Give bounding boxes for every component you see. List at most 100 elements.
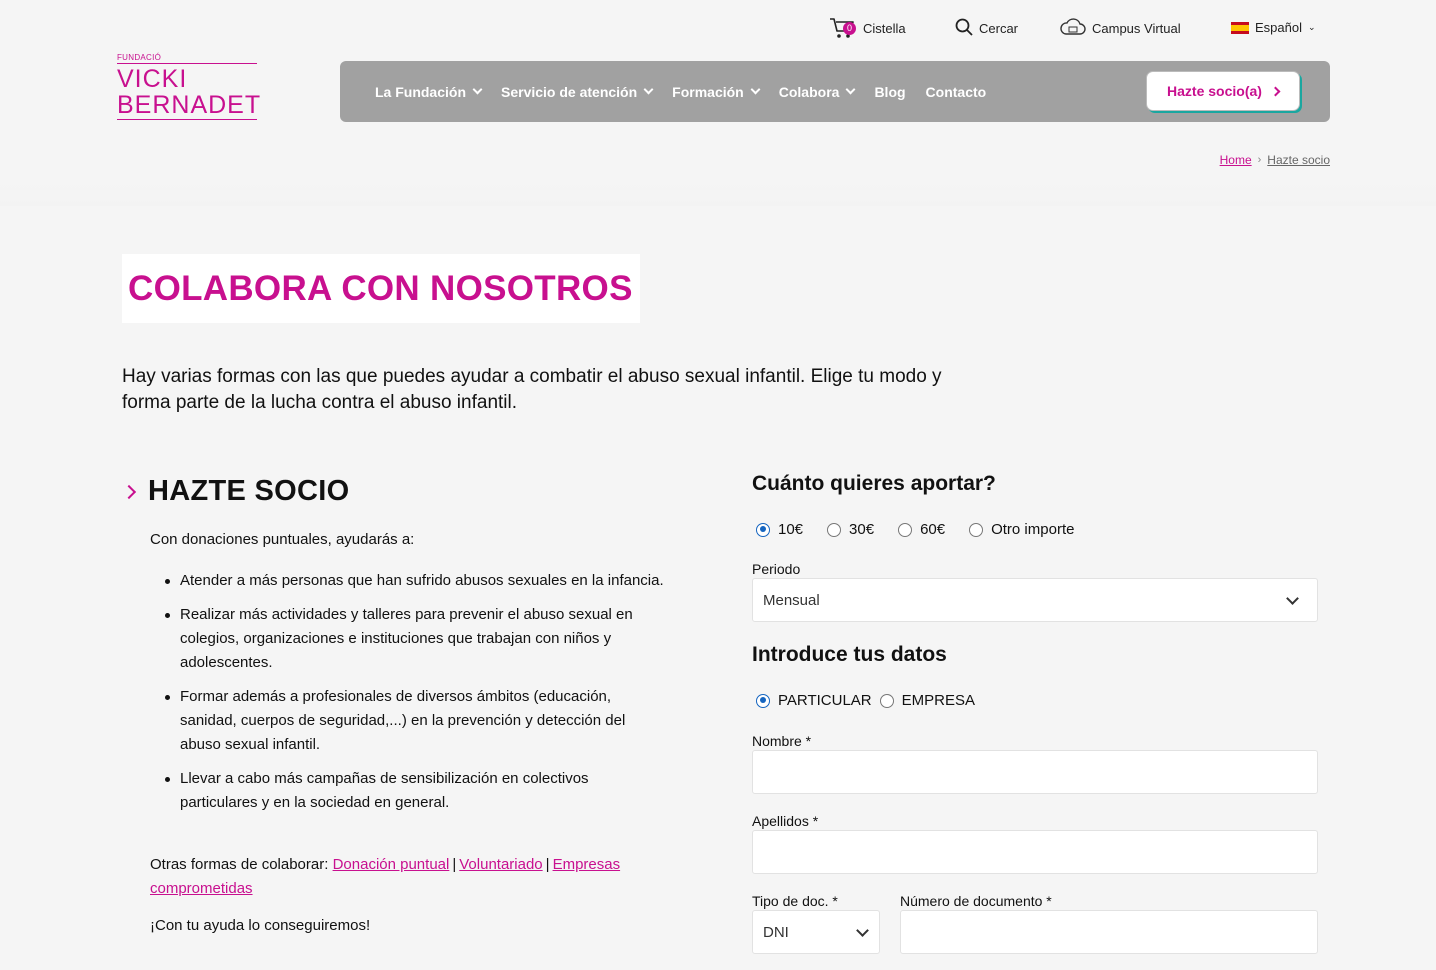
radio-button[interactable] (879, 693, 894, 708)
amount-option-10-[interactable]: 10€ (756, 521, 803, 538)
doc-number-label: Número de documento * (900, 893, 1052, 909)
chevron-down-icon (1286, 592, 1299, 605)
main-navigation: La Fundación Servicio de atención Formació… (340, 61, 1330, 122)
nav-item-servicio-de-atenci-n[interactable]: Servicio de atención (501, 83, 654, 100)
nav-item-colabora[interactable]: Colabora (778, 83, 856, 100)
nav-item-la-fundaci-n[interactable]: La Fundación (375, 83, 483, 100)
radio-button[interactable] (827, 522, 842, 537)
chevron-down-icon (750, 84, 761, 95)
nav-item-blog[interactable]: Blog (874, 84, 905, 100)
amount-option-label: 60€ (920, 521, 946, 538)
search-link[interactable]: Cercar (955, 18, 1018, 39)
nav-item-label: Blog (874, 83, 906, 100)
person-type-option-label: PARTICULAR (778, 692, 872, 709)
campus-label: Campus Virtual (1092, 21, 1181, 36)
thanks-text: ¡Con tu ayuda lo conseguiremos! (150, 917, 371, 934)
donacion-puntual-link[interactable]: Donación puntual (333, 856, 450, 873)
nav-item-label: Contacto (925, 83, 987, 100)
chevron-down-icon (643, 84, 654, 95)
person-type-option-label: EMPRESA (901, 692, 975, 709)
surname-label: Apellidos * (752, 813, 819, 829)
radio-button[interactable] (898, 522, 913, 537)
link-separator: | (452, 856, 457, 873)
person-type-option-empresa[interactable]: EMPRESA (879, 692, 975, 709)
doc-type-value: DNI (763, 923, 789, 941)
other-ways-prefix: Otras formas de colaborar: (150, 856, 329, 873)
language-selector[interactable]: Español ⌄ (1231, 20, 1316, 35)
search-icon (955, 18, 973, 39)
amount-option-label: 30€ (849, 521, 875, 538)
logo-divider-bottom (117, 119, 257, 120)
benefits-list: Atender a más personas que han sufrido a… (150, 569, 670, 825)
campus-virtual-link[interactable]: Campus Virtual (1060, 18, 1181, 39)
nav-item-label: Formación (672, 83, 744, 100)
name-label: Nombre * (752, 733, 812, 749)
period-label: Periodo (752, 561, 801, 577)
nav-item-label: Colabora (778, 83, 840, 100)
amount-option-otro-importe[interactable]: Otro importe (969, 521, 1074, 538)
link-separator: | (545, 856, 550, 873)
cloud-icon (1060, 18, 1086, 39)
hazte-socio-label: Hazte socio(a) (1167, 83, 1262, 99)
page-title: COLABORA CON NOSOTROS (128, 269, 633, 308)
hazte-socio-button[interactable]: Hazte socio(a) (1146, 71, 1300, 111)
radio-button[interactable] (969, 522, 984, 537)
benefit-item: Realizar más actividades y talleres para… (150, 603, 670, 675)
benefit-item: Llevar a cabo más campañas de sensibiliz… (150, 767, 670, 815)
amount-option-label: 10€ (778, 521, 804, 538)
doc-type-select[interactable]: DNI (752, 910, 880, 954)
nav-items: La Fundación Servicio de atención Formació… (375, 61, 986, 122)
header-shadow (0, 182, 1436, 206)
logo-line2: BERNADET (117, 91, 262, 119)
nav-item-label: La Fundación (375, 83, 466, 100)
amount-option-30-[interactable]: 30€ (827, 521, 874, 538)
language-label: Español (1255, 20, 1302, 35)
doc-number-input[interactable] (900, 910, 1318, 954)
site-logo[interactable]: FUNDACIÓ VICKI BERNADET (117, 53, 260, 123)
breadcrumb-home[interactable]: Home (1220, 153, 1252, 167)
data-title: Introduce tus datos (752, 643, 947, 666)
chevron-down-icon: ⌄ (1307, 22, 1316, 32)
site-header: 0 Cistella Cercar Campus Virtual Español… (0, 0, 1436, 206)
chevron-down-icon (845, 84, 856, 95)
spain-flag-icon (1231, 21, 1249, 34)
person-type-options: PARTICULAR EMPRESA (756, 692, 975, 709)
nav-item-contacto[interactable]: Contacto (926, 84, 987, 100)
section-heading: HAZTE SOCIO (121, 475, 350, 508)
search-label: Cercar (979, 21, 1019, 36)
amount-option-60-[interactable]: 60€ (898, 521, 945, 538)
name-input[interactable] (752, 750, 1318, 794)
logo-small-text: FUNDACIÓ (117, 53, 162, 62)
voluntariado-link[interactable]: Voluntariado (459, 856, 542, 873)
logo-line1: VICKI (117, 65, 188, 93)
section-lead: Con donaciones puntuales, ayudarás a: (150, 531, 415, 548)
chevron-right-icon (121, 484, 137, 499)
cart-label: Cistella (863, 20, 906, 36)
radio-button[interactable] (756, 693, 770, 708)
cart-icon: 0 (829, 16, 857, 40)
page-title-box: COLABORA CON NOSOTROS (122, 254, 640, 323)
benefit-item: Formar además a profesionales de diverso… (150, 685, 670, 757)
surname-input[interactable] (752, 830, 1318, 874)
breadcrumb: Home › Hazte socio (1220, 153, 1330, 167)
intro-text: Hay varias formas con las que puedes ayu… (122, 366, 942, 413)
other-ways: Otras formas de colaborar: Donación punt… (150, 853, 670, 901)
doc-type-label: Tipo de doc. * (752, 893, 838, 909)
benefit-item: Atender a más personas que han sufrido a… (150, 569, 670, 593)
cart-count-badge: 0 (843, 22, 856, 35)
period-select[interactable]: Mensual (752, 578, 1318, 622)
chevron-down-icon (856, 924, 869, 937)
amount-options: 10€ 30€ 60€ Otro importe (756, 521, 1074, 538)
cart-link[interactable]: 0 Cistella (829, 16, 906, 40)
person-type-option-particular[interactable]: PARTICULAR (756, 692, 872, 709)
breadcrumb-current[interactable]: Hazte socio (1267, 153, 1330, 167)
section-title: HAZTE SOCIO (148, 475, 350, 507)
top-utility-bar: 0 Cistella Cercar Campus Virtual Español… (0, 14, 1436, 44)
amount-option-label: Otro importe (991, 521, 1075, 538)
radio-button[interactable] (756, 522, 770, 537)
amount-title: Cuánto quieres aportar? (752, 472, 996, 495)
logo-divider (117, 63, 257, 64)
nav-item-label: Servicio de atención (501, 83, 638, 100)
breadcrumb-separator-icon: › (1257, 154, 1262, 166)
nav-item-formaci-n[interactable]: Formación (672, 83, 761, 100)
